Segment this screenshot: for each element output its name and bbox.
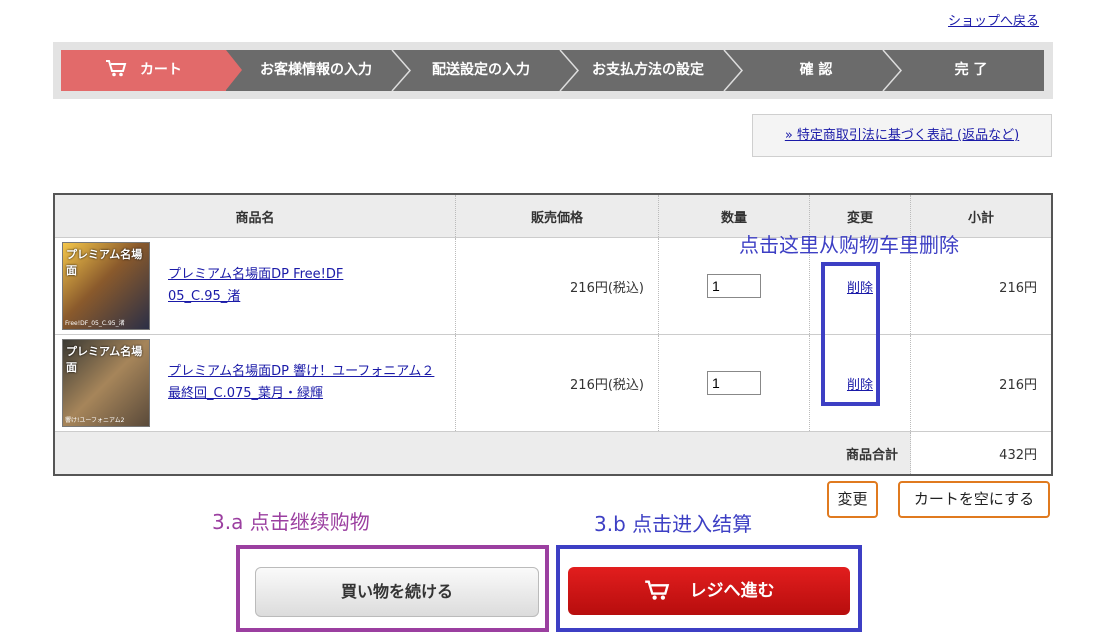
update-cart-button[interactable]: 変更 [827,481,878,518]
step-customer-info: お客様情報の入力 [260,62,372,78]
step-shipping: 配送設定の入力 [432,62,530,78]
table-row: プレミアム名場面 響け!ユーフォニアム2 プレミアム名場面DP 響け！ユーフォニ… [54,334,1052,432]
checkout-steps: カート お客様情報の入力 配送設定の入力 お支払方法の設定 確 認 完 了 [53,42,1053,99]
quantity-input[interactable] [707,371,761,395]
product-price: 216円(税込) [455,334,659,432]
step-payment: お支払方法の設定 [592,62,704,78]
total-label: 商品合計 [809,431,911,476]
cart-icon [644,580,690,601]
checkout-button[interactable]: レジへ進む [568,567,850,615]
product-thumbnail[interactable]: プレミアム名場面 響け!ユーフォニアム2 [62,339,150,427]
product-subtotal: 216円 [910,334,1052,432]
step-complete: 完 了 [954,62,988,78]
col-product: 商品名 [54,194,456,238]
thumbnail-title: プレミアム名場面 [66,345,143,374]
step-label: カート [139,62,182,78]
product-price: 216円(税込) [455,237,659,335]
tokutei-box: » 特定商取引法に基づく表記 (返品など) [752,114,1052,157]
empty-cart-button[interactable]: カートを空にする [898,481,1050,518]
col-price: 販売価格 [455,194,659,238]
step-cart: カート [61,50,226,91]
checkout-hint-annotation: 3.b 点击进入结算 [594,512,753,536]
step-confirm: 確 認 [799,62,833,78]
checkout-label: レジへ進む [689,581,775,601]
quantity-input[interactable] [707,274,761,298]
back-to-shop-link[interactable]: ショップへ戻る [948,10,1039,29]
total-row: 商品合計 432円 [54,431,1052,476]
cart-icon [105,60,140,78]
delete-highlight-box [821,262,880,406]
thumbnail-caption: Free!DF_05_C.95_渚 [65,320,125,327]
continue-shopping-button[interactable]: 買い物を続ける [255,567,539,617]
thumbnail-caption: 響け!ユーフォニアム2 [65,417,125,424]
continue-hint-annotation: 3.a 点击继续购物 [212,510,370,534]
product-name-link[interactable]: プレミアム名場面DP Free!DF 05_C.95_渚 [168,267,343,304]
total-value: 432円 [910,431,1052,476]
delete-hint-annotation: 点击这里从购物车里删除 [739,233,959,257]
thumbnail-title: プレミアム名場面 [66,248,143,277]
tokutei-link[interactable]: » 特定商取引法に基づく表記 (返品など) [785,128,1019,143]
product-thumbnail[interactable]: プレミアム名場面 Free!DF_05_C.95_渚 [62,242,150,330]
product-name-link[interactable]: プレミアム名場面DP 響け！ユーフォニアム２ 最終回_C.075_葉月・緑輝 [168,364,434,401]
